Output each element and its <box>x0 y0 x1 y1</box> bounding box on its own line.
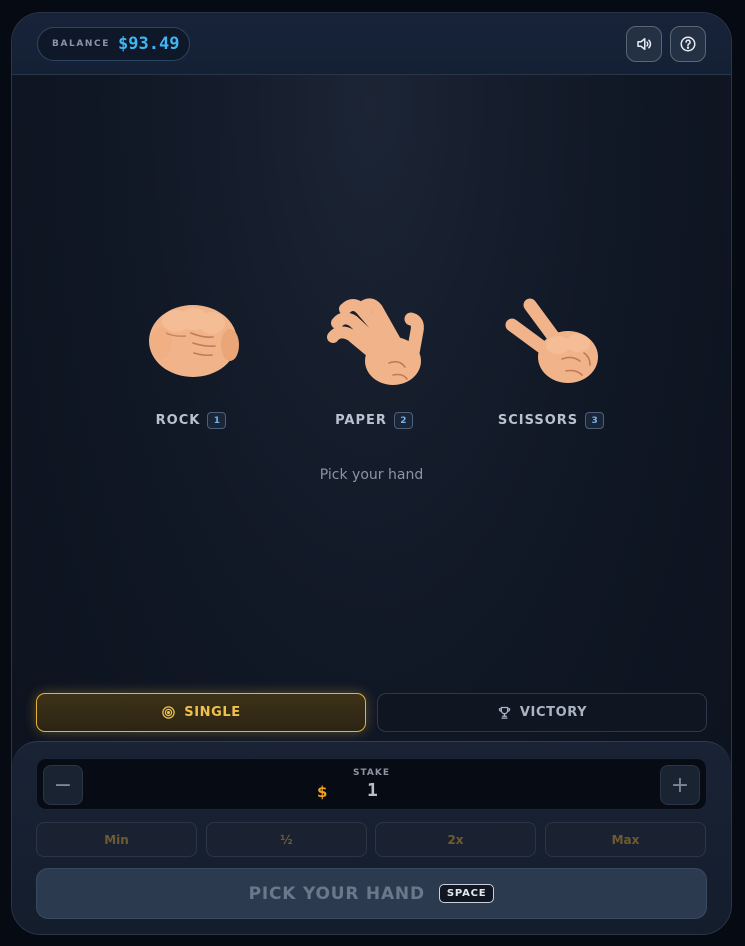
mode-single-button[interactable]: SINGLE <box>36 693 366 732</box>
quick-bet-min[interactable]: Min <box>36 822 197 857</box>
help-button[interactable] <box>670 26 706 62</box>
stake-label: STAKE <box>352 768 390 778</box>
balance-value: $93.49 <box>118 34 180 54</box>
stake-value[interactable]: 1 <box>367 780 378 801</box>
mode-victory-button[interactable]: VICTORY <box>377 693 707 732</box>
speaker-icon <box>637 38 652 50</box>
open-hand-icon <box>327 298 424 385</box>
hand-label-rock: ROCK <box>155 413 201 428</box>
pick-hint: Pick your hand <box>319 467 424 483</box>
quick-bet-max[interactable]: Max <box>545 822 706 857</box>
pick-hand-button[interactable]: PICK YOUR HAND SPACE <box>36 868 707 919</box>
mode-victory-label: VICTORY <box>519 705 588 720</box>
space-key-badge: SPACE <box>438 884 495 903</box>
quick-bet-double[interactable]: 2x <box>375 822 536 857</box>
balance-pill: BALANCE $93.49 <box>37 27 191 61</box>
top-bar: BALANCE $93.49 <box>12 13 731 75</box>
stake-currency: $ <box>317 783 328 801</box>
balance-label: BALANCE <box>52 39 111 49</box>
key-badge-rock: 1 <box>207 412 227 429</box>
fist-icon <box>149 305 239 377</box>
trophy-icon <box>498 706 511 719</box>
hand-option-scissors[interactable]: SCISSORS 3 <box>486 293 616 433</box>
hand-option-paper[interactable]: PAPER 2 <box>309 293 439 433</box>
key-badge-paper: 2 <box>393 412 413 429</box>
bet-panel: − STAKE $ 1 + Min ½ 2x Max PICK YOUR HAN… <box>12 741 731 934</box>
key-badge-scissors: 3 <box>585 412 605 429</box>
stake-input[interactable]: − STAKE $ 1 + <box>36 758 707 810</box>
hand-options: ROCK 1 PAPER 2 SCISSORS 3 <box>12 293 731 453</box>
hand-label-paper: PAPER <box>335 413 387 428</box>
pick-hand-label: PICK YOUR HAND <box>248 883 425 904</box>
increase-stake-button[interactable]: + <box>660 765 700 805</box>
hand-label-scissors: SCISSORS <box>497 413 579 428</box>
victory-hand-icon <box>505 298 598 383</box>
target-icon <box>162 706 175 719</box>
help-icon <box>680 36 696 52</box>
mode-single-label: SINGLE <box>184 705 241 720</box>
sound-button[interactable] <box>626 26 662 62</box>
hand-option-rock[interactable]: ROCK 1 <box>126 293 256 433</box>
game-window: BALANCE $93.49 ROCK 1 PAPER 2 SCISSORS 3… <box>11 12 732 935</box>
quick-bet-half[interactable]: ½ <box>206 822 367 857</box>
